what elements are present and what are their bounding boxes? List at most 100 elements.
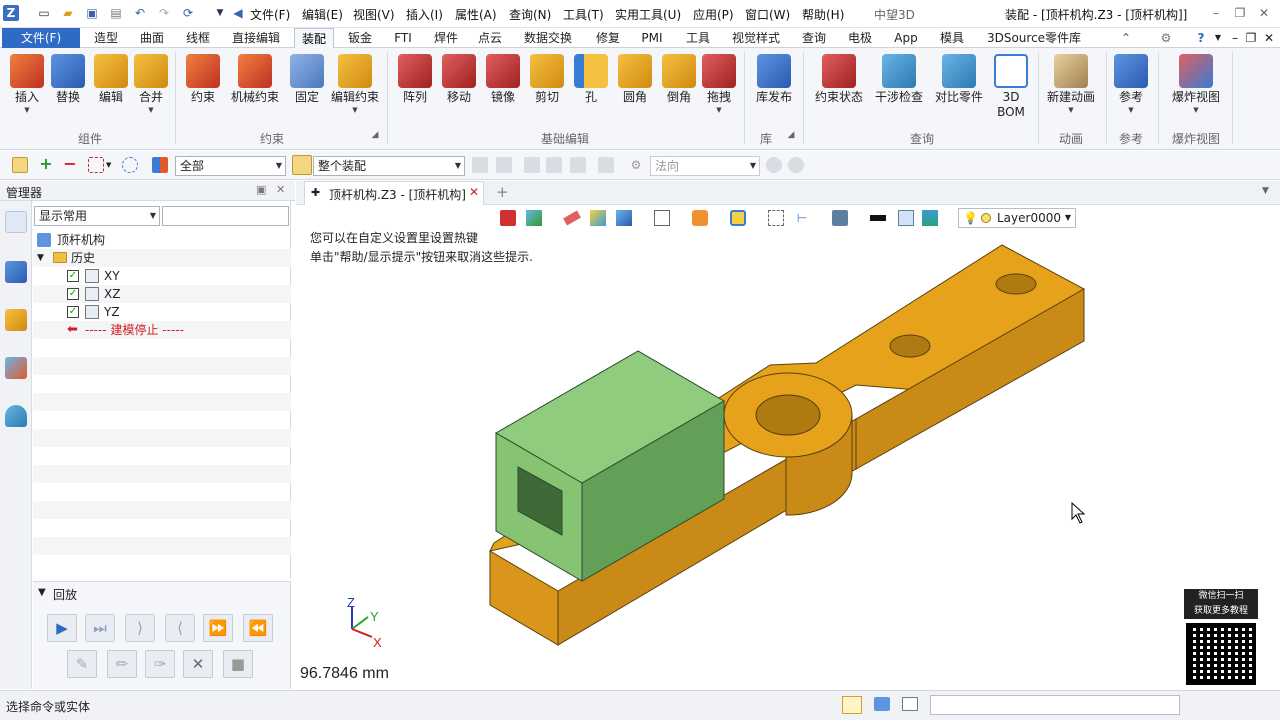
tree-search-input[interactable]	[162, 206, 289, 226]
lasso-select-icon[interactable]	[122, 157, 138, 173]
tab-mold[interactable]: 模具	[934, 28, 970, 48]
tab-fti[interactable]: FTI	[388, 28, 418, 48]
add-plus-icon[interactable]: +	[38, 156, 54, 173]
part-view-icon[interactable]	[5, 309, 27, 331]
delete-tool-button[interactable]: ✕	[183, 650, 213, 678]
tab-repair[interactable]: 修复	[590, 28, 626, 48]
tab-list-chevron-icon[interactable]: ▼	[1262, 186, 1269, 196]
menu-left-arrow-icon[interactable]: ◀	[230, 5, 246, 21]
doc-restore-icon[interactable]: ❐	[1244, 28, 1258, 48]
tab-sheet-metal[interactable]: 钣金	[342, 28, 378, 48]
tab-surface[interactable]: 曲面	[134, 28, 170, 48]
visibility-checkbox[interactable]: ✓	[67, 270, 79, 282]
close-icon[interactable]: ✕	[1256, 5, 1272, 21]
tab-query[interactable]: 查询	[796, 28, 832, 48]
step-forward-button[interactable]: ⟩	[125, 614, 155, 642]
view-filter-icon[interactable]	[526, 210, 542, 226]
color-blue-swatch[interactable]	[898, 210, 914, 226]
library-publish-button[interactable]: 库发布	[752, 50, 796, 128]
reference-button[interactable]: 参考 ▼	[1112, 50, 1150, 128]
undo-icon[interactable]: ↶	[132, 5, 148, 21]
scope-select[interactable]: 整个装配 ▼	[313, 156, 465, 176]
display-mode-icon[interactable]	[832, 210, 848, 226]
doc-close-icon[interactable]: ✕	[1262, 28, 1276, 48]
menu-insert[interactable]: 插入(I)	[406, 6, 443, 23]
direction-select[interactable]: 法向 ▼	[650, 156, 760, 176]
dimension-icon[interactable]: ⊢	[794, 210, 810, 226]
group-expand-icon[interactable]: ◢	[370, 130, 380, 140]
sketch-tool-button[interactable]: ✑	[145, 650, 175, 678]
interference-check-button[interactable]: 干涉检查	[872, 50, 926, 128]
menu-file[interactable]: 文件(F)	[250, 6, 290, 23]
replace-component-button[interactable]: 替换	[49, 50, 87, 128]
image-library-icon[interactable]	[5, 357, 27, 379]
ribbon-dropdown-icon[interactable]: ▼	[1212, 28, 1224, 48]
settings-gear-icon[interactable]: ⚙	[1158, 28, 1174, 48]
mirror-button[interactable]: 镜像	[484, 50, 522, 128]
manager-close-icon[interactable]: ✕	[276, 183, 285, 196]
menu-attribute[interactable]: 属性(A)	[455, 6, 497, 23]
tree-plane-row[interactable]: ✓ XY	[33, 267, 291, 285]
menu-help[interactable]: 帮助(H)	[802, 6, 844, 23]
collapse-chevron-icon[interactable]: ▼	[37, 249, 44, 267]
edit-component-button[interactable]: 编辑	[92, 50, 130, 128]
refresh-icon[interactable]: ⟳	[180, 5, 196, 21]
collapse-chevron-icon[interactable]: ▼	[38, 587, 46, 598]
snap-icon[interactable]	[524, 157, 540, 173]
direction-pick-icon[interactable]	[788, 157, 804, 173]
tab-wireframe[interactable]: 线框	[180, 28, 216, 48]
step-to-end-button[interactable]: ⏭	[85, 614, 115, 642]
compare-parts-button[interactable]: 对比零件	[932, 50, 986, 128]
tab-pmi[interactable]: PMI	[636, 28, 668, 48]
user-icon[interactable]	[5, 405, 27, 427]
tree-stop-marker-row[interactable]: ⬅ ----- 建模停止 -----	[33, 321, 291, 339]
assembly-scope-icon[interactable]	[292, 155, 312, 175]
print-icon[interactable]: ▤	[108, 5, 124, 21]
color-black-swatch[interactable]	[870, 215, 886, 221]
merge-component-button[interactable]: 合并 ▼	[132, 50, 170, 128]
redo-icon[interactable]: ↷	[156, 5, 172, 21]
history-tree-icon[interactable]	[5, 211, 27, 233]
doc-minimize-icon[interactable]: –	[1228, 28, 1242, 48]
tab-assembly[interactable]: 装配	[294, 28, 334, 49]
new-tab-plus-icon[interactable]: +	[496, 183, 509, 201]
3d-bom-button[interactable]: 3D BOM	[990, 50, 1032, 128]
tab-close-icon[interactable]: ✕	[469, 185, 479, 199]
visibility-checkbox[interactable]: ✓	[67, 306, 79, 318]
section-view-icon[interactable]	[692, 210, 708, 226]
menu-edit[interactable]: 编辑(E)	[302, 6, 343, 23]
explode-view-button[interactable]: 爆炸视图 ▼	[1168, 50, 1224, 128]
exit-view-icon[interactable]	[500, 210, 516, 226]
step-back-button[interactable]: ⟨	[165, 614, 195, 642]
new-animation-button[interactable]: 新建动画 ▼	[1044, 50, 1098, 128]
menu-query[interactable]: 查询(N)	[509, 6, 551, 23]
tab-direct-edit[interactable]: 直接编辑	[226, 28, 286, 48]
move-button[interactable]: 移动	[440, 50, 478, 128]
direction-gear-icon[interactable]: ⚙	[628, 157, 644, 173]
chamfer-button[interactable]: 倒角	[660, 50, 698, 128]
remove-minus-icon[interactable]: −	[62, 156, 78, 173]
pointer-hand-icon[interactable]	[598, 157, 614, 173]
group-expand-icon[interactable]: ◢	[786, 130, 796, 140]
assembly-tree-icon[interactable]	[5, 261, 27, 283]
pin-icon[interactable]: ✚	[311, 186, 320, 199]
tree-history-row[interactable]: ▼ 历史	[33, 249, 291, 267]
fillet-button[interactable]: 圆角	[616, 50, 654, 128]
align-icon[interactable]	[472, 157, 488, 173]
menu-apps[interactable]: 应用(P)	[693, 6, 734, 23]
3d-viewport[interactable]: Z Y X 您可以在自定义设置里设置热键 单击"帮助/显示提示"按钮来取消这些提…	[296, 205, 1280, 689]
tab-modeling[interactable]: 造型	[88, 28, 124, 48]
pencil-tool-button[interactable]: ✏	[107, 650, 137, 678]
save-icon[interactable]: ▣	[84, 5, 100, 21]
tab-point-cloud[interactable]: 点云	[472, 28, 508, 48]
menu-tools[interactable]: 工具(T)	[563, 6, 604, 23]
edit-constraint-button[interactable]: 编辑约束 ▼	[330, 50, 380, 128]
manager-pin-icon[interactable]: ▣	[256, 183, 266, 196]
eraser-icon[interactable]	[563, 210, 581, 226]
tree-plane-row[interactable]: ✓ XZ	[33, 285, 291, 303]
help-icon[interactable]: ?	[1192, 28, 1210, 48]
filter-select[interactable]: 全部 ▼	[175, 156, 286, 176]
snap-point-icon[interactable]	[570, 157, 586, 173]
tab-data-exchange[interactable]: 数据交换	[518, 28, 578, 48]
ribbon-collapse-icon[interactable]: ⌃	[1118, 28, 1134, 48]
